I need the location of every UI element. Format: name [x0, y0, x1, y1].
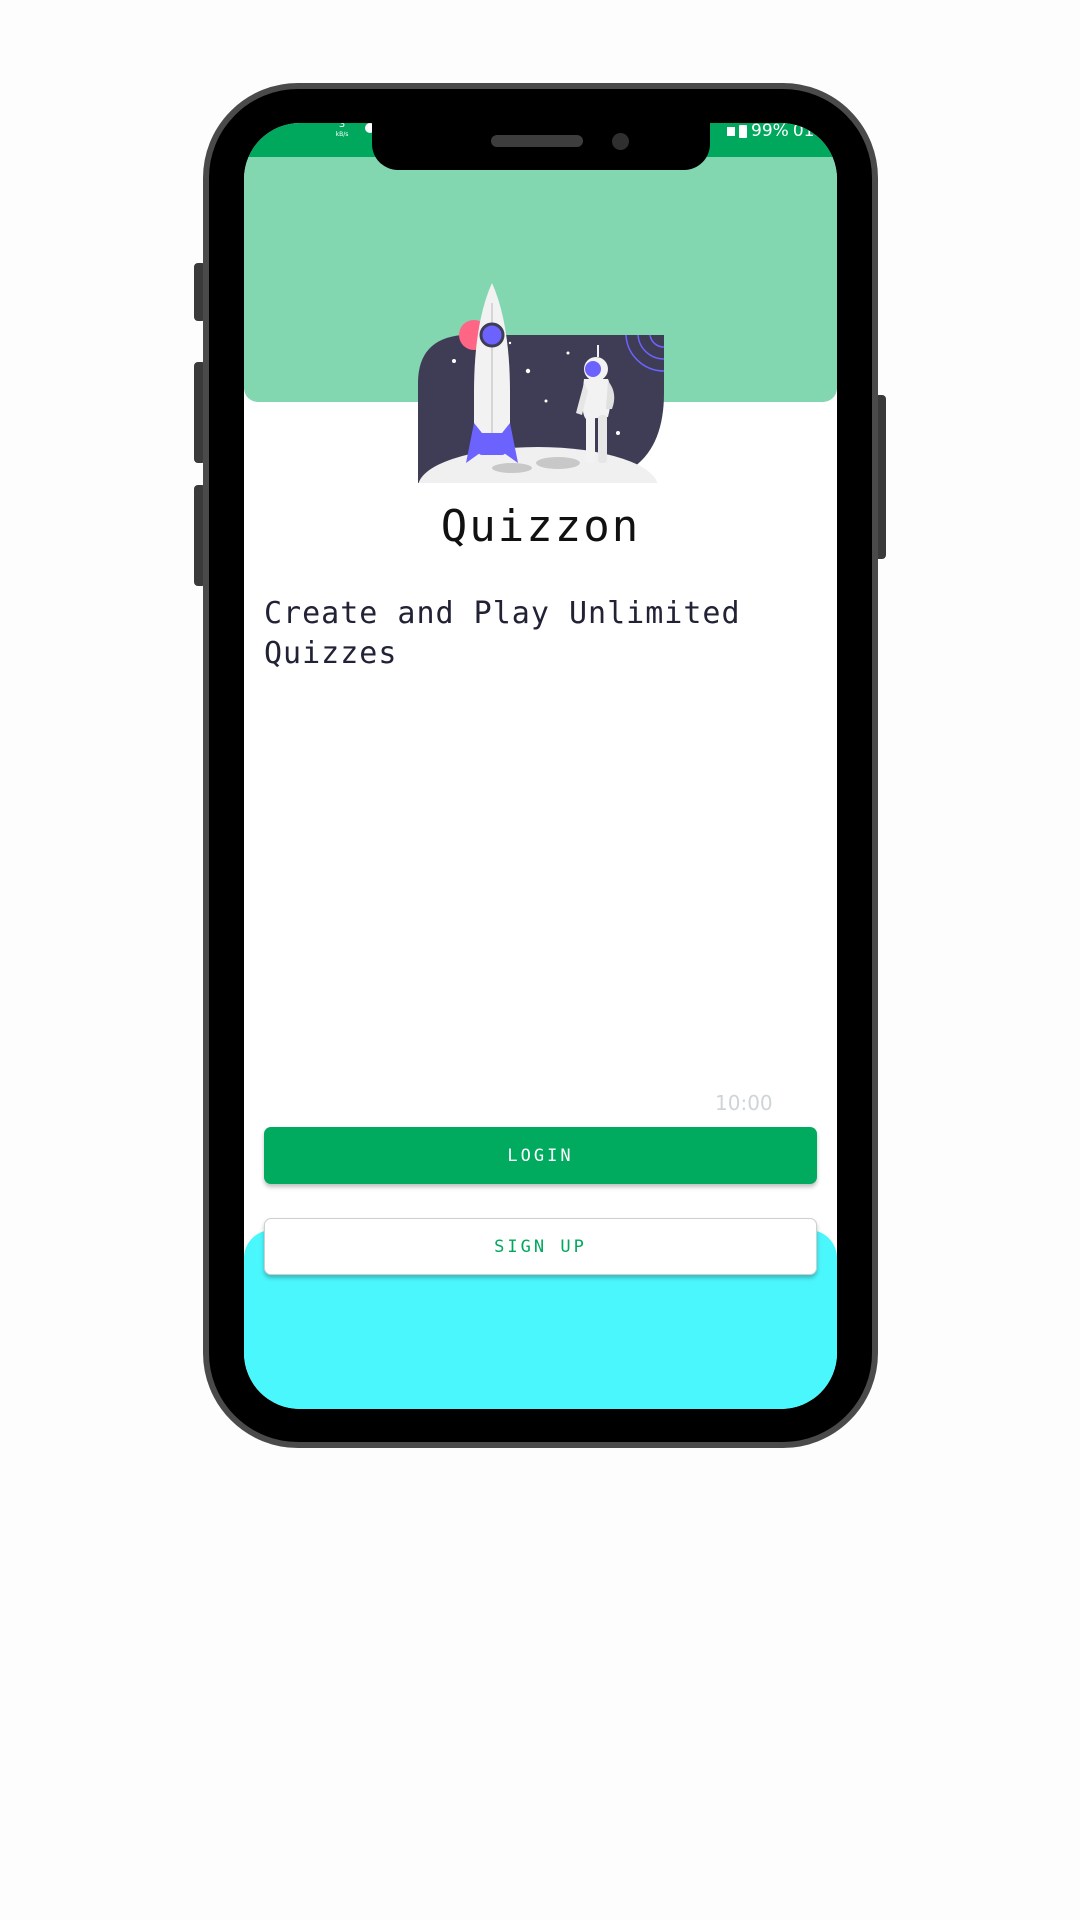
rocket-astronaut-illustration — [418, 283, 664, 483]
app-screen: 3 kB/s 99% 01:0 Quizzon Create and Play … — [244, 123, 837, 1409]
signal-icon — [727, 126, 736, 136]
time-watermark: 10:00 — [715, 1091, 773, 1115]
network-speed-value: 3 — [338, 123, 346, 130]
app-title: Quizzon — [440, 501, 641, 552]
login-button[interactable]: LOGIN — [264, 1127, 817, 1184]
network-speed: 3 kB/s — [332, 123, 352, 140]
status-clock: 01:0 — [792, 123, 831, 141]
battery-icon — [739, 124, 748, 138]
status-right: 99% 01:0 — [727, 123, 831, 141]
signup-button[interactable]: SIGN UP — [264, 1218, 817, 1275]
speaker-grille — [491, 135, 583, 147]
network-speed-unit: kB/s — [335, 131, 349, 138]
front-camera-icon — [612, 133, 629, 150]
app-tagline: Create and Play Unlimited Quizzes — [264, 596, 741, 671]
battery-level: 99% — [751, 123, 789, 141]
